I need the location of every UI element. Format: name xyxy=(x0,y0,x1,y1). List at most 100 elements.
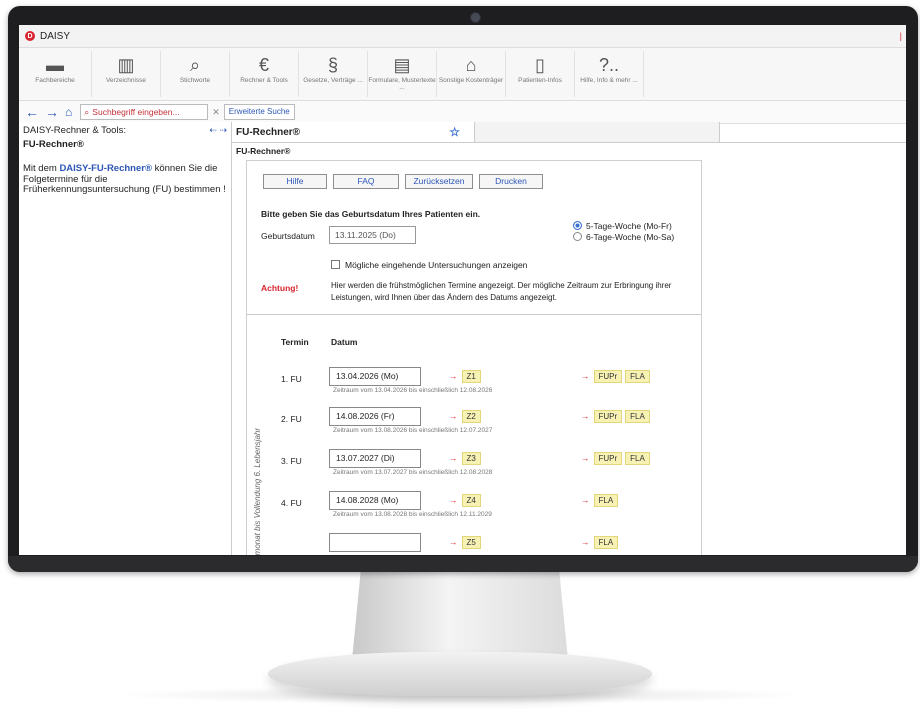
arrow-right-icon: → xyxy=(581,495,590,505)
fu-row: → Z5 → FLA xyxy=(247,532,701,555)
intro-text: Bitte geben Sie das Geburtsdatum Ihres P… xyxy=(261,209,481,219)
toolbar-item-magnifier[interactable]: ⌕ Stichworte xyxy=(161,51,230,97)
z-link[interactable]: → Z3 xyxy=(449,452,484,465)
reset-button[interactable]: Zurücksetzen xyxy=(405,174,473,189)
arrow-right-icon: → xyxy=(449,371,458,381)
collapse-arrows-icon[interactable]: ⇠ ⇢ xyxy=(209,125,227,136)
service-tag[interactable]: FLA xyxy=(593,536,619,549)
left-panel: DAISY-Rechner & Tools: ⇠ ⇢ FU-Rechner® M… xyxy=(19,122,232,555)
fu-label: 2. FU xyxy=(281,414,302,424)
toolbar-item-label: Stichworte xyxy=(179,77,211,84)
arrow-right-icon: → xyxy=(449,537,458,547)
fu-label: 3. FU xyxy=(281,456,302,466)
toolbar-item-euro[interactable]: € Rechner & Tools xyxy=(230,51,299,97)
toolbar-item-books[interactable]: ▥ Verzeichnisse xyxy=(92,51,161,97)
z-tag[interactable]: Z4 xyxy=(461,494,481,507)
document-icon: ▤ xyxy=(393,55,411,75)
fu-row: 2. FU 14.08.2026 (Fr) Zeitraum vom 13.08.2… xyxy=(247,406,701,444)
toolbar-item-tablet[interactable]: ▯ Patienten-Infos xyxy=(506,51,575,97)
window-close-icon[interactable]: | xyxy=(900,31,902,41)
toolbar-item-label: Hilfe, Info & mehr ... xyxy=(580,77,638,84)
fu-date-range: Zeitraum vom 13.07.2027 bis einschließli… xyxy=(333,469,493,476)
description-text-start: Mit dem xyxy=(23,163,60,174)
faq-button[interactable]: FAQ xyxy=(333,174,399,189)
search-icon: ⌕ xyxy=(84,106,90,117)
arrow-right-icon: → xyxy=(449,411,458,421)
left-panel-title: FU-Rechner® xyxy=(23,139,84,150)
fu-date-input[interactable]: 14.08.2028 (Mo) xyxy=(329,491,421,510)
checkbox-icon[interactable] xyxy=(331,260,340,269)
arrow-right-icon: → xyxy=(581,537,590,547)
radio-unselected-icon[interactable] xyxy=(573,232,582,241)
help-icon: ?.. xyxy=(598,55,619,75)
z-link[interactable]: → Z5 xyxy=(449,536,484,549)
service-tag[interactable]: FUPr xyxy=(593,452,623,465)
radio-option-5-days[interactable]: 5-Tage-Woche (Mo-Fr) xyxy=(573,221,674,232)
monitor-stand-base xyxy=(268,652,652,696)
service-tag[interactable]: FLA xyxy=(625,370,650,383)
camera-icon xyxy=(470,12,481,23)
radio-label-6-days: 6-Tage-Woche (Mo-Sa) xyxy=(586,232,675,242)
fu-date-input[interactable]: 13.07.2027 (Di) xyxy=(329,449,421,468)
search-input[interactable]: ⌕ Suchbegriff eingeben... xyxy=(80,104,209,120)
z-link[interactable]: → Z1 xyxy=(449,370,484,383)
print-button[interactable]: Drucken xyxy=(479,174,543,189)
radio-label-5-days: 5-Tage-Woche (Mo-Fr) xyxy=(586,221,672,231)
extended-search-button[interactable]: Erweiterte Suche xyxy=(223,104,295,120)
week-type-radios: 5-Tage-Woche (Mo-Fr) 6-Tage-Woche (Mo-Sa… xyxy=(573,221,674,243)
fu-date-input[interactable]: 13.04.2026 (Mo) xyxy=(329,367,421,386)
service-tags: → FUPr FLA xyxy=(581,370,653,383)
toolbar-item-label: Fachbereiche xyxy=(35,77,75,84)
fu-label: 4. FU xyxy=(281,498,302,508)
toolbar-item-paragraph[interactable]: § Gesetze, Verträge ... xyxy=(299,51,368,97)
birthdate-label: Geburtsdatum xyxy=(261,231,315,241)
fu-row: 1. FU 13.04.2026 (Mo) Zeitraum vom 13.04.2… xyxy=(247,366,701,404)
toolbar-item-folder[interactable]: ▬ Fachbereiche xyxy=(19,51,92,97)
birthdate-input[interactable]: 13.11.2025 (Do) xyxy=(329,226,416,244)
toolbar-item-label: Verzeichnisse xyxy=(105,77,147,84)
radio-option-6-days[interactable]: 6-Tage-Woche (Mo-Sa) xyxy=(573,232,674,243)
toolbar-item-document[interactable]: ▤ Formulare, Mustertexte ... xyxy=(368,51,437,97)
z-link[interactable]: → Z2 xyxy=(449,410,484,423)
forward-arrow-icon[interactable]: → xyxy=(45,104,59,120)
toolbar-item-label: Rechner & Tools xyxy=(240,77,288,84)
fu-date-range: Zeitraum vom 13.08.2028 bis einschließli… xyxy=(333,511,492,518)
radio-selected-icon[interactable] xyxy=(573,221,582,230)
service-tag[interactable]: FUPr xyxy=(593,410,623,423)
calculator-frame: Hilfe FAQ Zurücksetzen Drucken Bitte geb… xyxy=(246,160,702,555)
z-tag[interactable]: Z2 xyxy=(461,410,481,423)
left-panel-description: Mit dem DAISY-FU-Rechner® können Sie die… xyxy=(19,150,231,196)
z-tag[interactable]: Z1 xyxy=(461,370,481,383)
z-tag[interactable]: Z3 xyxy=(461,452,481,465)
fu-date-range: Zeitraum vom 13.08.2026 bis einschließli… xyxy=(333,427,493,434)
clear-search-icon[interactable]: ✕ xyxy=(212,107,220,118)
fu-date-input[interactable] xyxy=(329,533,421,552)
empty-tab-area xyxy=(475,122,720,142)
column-header-datum: Datum xyxy=(331,337,358,347)
right-empty-column xyxy=(714,143,906,555)
toolbar-item-help[interactable]: ?.. Hilfe, Info & mehr ... xyxy=(575,51,644,97)
toolbar-item-label: Sonstige Kostenträger xyxy=(438,77,504,84)
z-tag[interactable]: Z5 xyxy=(461,536,481,549)
service-tag[interactable]: FLA xyxy=(625,452,650,465)
magnifier-icon: ⌕ xyxy=(189,55,201,75)
tab-fu-rechner[interactable]: FU-Rechner® ☆ xyxy=(232,122,475,142)
toolbar-item-bank[interactable]: ⌂ Sonstige Kostenträger xyxy=(437,51,506,97)
fu-date-input[interactable]: 14.08.2026 (Fr) xyxy=(329,407,421,426)
home-icon[interactable]: ⌂ xyxy=(65,105,72,119)
z-link[interactable]: → Z4 xyxy=(449,494,484,507)
service-tag[interactable]: FLA xyxy=(593,494,619,507)
service-tag[interactable]: FLA xyxy=(625,410,650,423)
left-panel-header: DAISY-Rechner & Tools: ⇠ ⇢ xyxy=(19,122,231,139)
tab-label: FU-Rechner® xyxy=(236,126,301,138)
toolbar-item-label: Formulare, Mustertexte ... xyxy=(368,77,436,91)
help-button[interactable]: Hilfe xyxy=(263,174,327,189)
show-examinations-checkbox-row[interactable]: Mögliche eingehende Untersuchungen anzei… xyxy=(331,260,527,270)
fu-label: 1. FU xyxy=(281,374,302,384)
daisy-logo-icon: D xyxy=(25,31,35,41)
service-tags: → FUPr FLA xyxy=(581,452,653,465)
service-tag[interactable]: FUPr xyxy=(593,370,623,383)
navigation-bar: ← → ⌂ ⌕ Suchbegriff eingeben... ✕ Erweit… xyxy=(19,101,906,124)
back-arrow-icon[interactable]: ← xyxy=(25,104,39,120)
favorite-star-icon[interactable]: ☆ xyxy=(449,125,460,139)
